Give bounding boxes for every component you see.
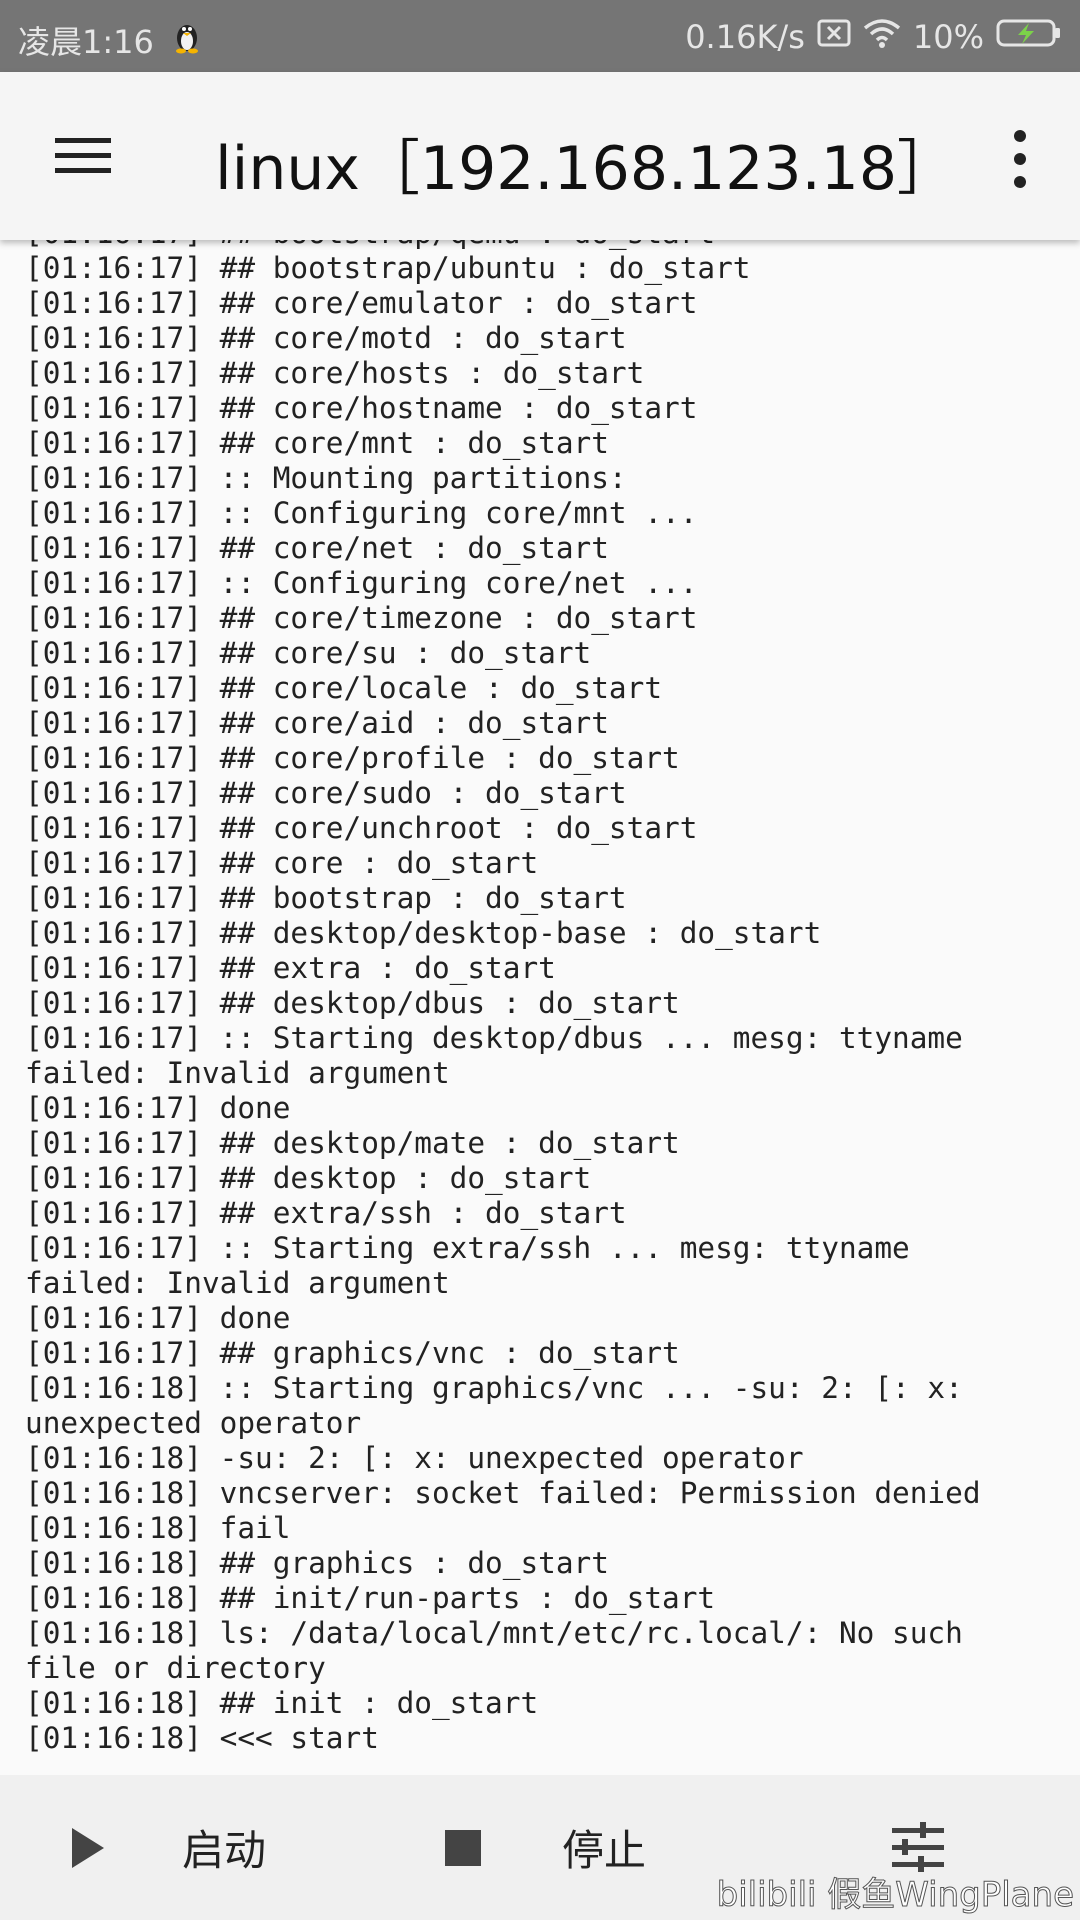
log-line: [01:16:18] ## init : do_start	[25, 1686, 539, 1720]
log-line: [01:16:18] ls: /data/local/mnt/etc/rc.lo…	[25, 1616, 963, 1650]
log-lines: [01:16:17] ## bootstrap/qemu : do_start[…	[25, 240, 1070, 1756]
tune-sliders-icon	[892, 1821, 944, 1872]
status-bar: 凌晨1:16 0.16K/s 10%	[0, 0, 1080, 72]
log-line: [01:16:17] ## core/aid : do_start	[25, 706, 609, 740]
log-line: unexpected operator	[25, 1406, 362, 1440]
log-line: [01:16:17] ## core/hosts : do_start	[25, 356, 645, 390]
log-line: [01:16:17] ## desktop/desktop-base : do_…	[25, 916, 822, 950]
more-vert-icon	[1014, 130, 1026, 188]
log-line: [01:16:17] done	[25, 1301, 291, 1335]
menu-button[interactable]	[50, 132, 120, 182]
log-line: [01:16:17] ## bootstrap/qemu : do_start	[25, 240, 1070, 251]
log-line: failed: Invalid argument	[25, 1056, 450, 1090]
log-line: [01:16:18] :: Starting graphics/vnc ... …	[25, 1371, 963, 1405]
log-line: [01:16:17] ## core/motd : do_start	[25, 321, 627, 355]
qq-penguin-icon	[172, 18, 202, 62]
log-line: [01:16:17] ## core/mnt : do_start	[25, 426, 609, 460]
log-line: [01:16:17] :: Configuring core/net ...	[25, 566, 698, 600]
log-line: [01:16:17] ## graphics/vnc : do_start	[25, 1336, 680, 1370]
log-line: [01:16:18] <<< start	[25, 1721, 379, 1755]
log-line: [01:16:17] ## desktop : do_start	[25, 1161, 592, 1195]
bottom-action-bar: 启动 停止 bilibili 假鱼WingPlane	[0, 1775, 1080, 1920]
log-line: [01:16:17] ## core/timezone : do_start	[25, 601, 698, 635]
more-options-button[interactable]	[1000, 124, 1040, 194]
wifi-icon	[863, 17, 901, 57]
log-line: [01:16:17] ## core/profile : do_start	[25, 741, 680, 775]
play-icon	[72, 1827, 104, 1868]
log-line: [01:16:17] done	[25, 1091, 291, 1125]
log-line: [01:16:17] :: Configuring core/mnt ...	[25, 496, 698, 530]
log-line: file or directory	[25, 1651, 326, 1685]
app-bar: linux［192.168.123.18］	[0, 72, 1080, 240]
log-line: [01:16:17] ## bootstrap : do_start	[25, 881, 627, 915]
stop-label: 停止	[562, 1826, 647, 1875]
log-line: [01:16:17] ## desktop/mate : do_start	[25, 1126, 680, 1160]
log-line: [01:16:17] :: Mounting partitions:	[25, 461, 627, 495]
no-sim-icon	[817, 18, 851, 56]
stop-icon	[445, 1829, 481, 1866]
log-line: [01:16:18] vncserver: socket failed: Per…	[25, 1476, 981, 1510]
log-line: failed: Invalid argument	[25, 1266, 450, 1300]
network-speed: 0.16K/s	[685, 18, 805, 56]
start-label: 启动	[182, 1826, 267, 1875]
status-time: 凌晨1:16	[18, 23, 154, 61]
log-line: [01:16:17] ## core/sudo : do_start	[25, 776, 627, 810]
log-line: [01:16:18] ## init/run-parts : do_start	[25, 1581, 716, 1615]
log-line: [01:16:17] ## bootstrap/ubuntu : do_star…	[25, 251, 751, 285]
log-line: [01:16:17] ## core/su : do_start	[25, 636, 592, 670]
log-line: [01:16:17] ## core/emulator : do_start	[25, 286, 698, 320]
terminal-log[interactable]: [01:16:17] ## bootstrap/qemu : do_start[…	[0, 240, 1080, 1775]
stop-button[interactable]: 停止	[444, 1775, 646, 1920]
log-line: [01:16:17] ## desktop/dbus : do_start	[25, 986, 680, 1020]
battery-percent: 10%	[912, 18, 984, 56]
log-line: [01:16:17] ## core : do_start	[25, 846, 539, 880]
log-line: [01:16:17] ## extra : do_start	[25, 951, 556, 985]
log-line: [01:16:17] :: Starting desktop/dbus ... …	[25, 1021, 963, 1055]
log-line: [01:16:17] ## core/net : do_start	[25, 531, 609, 565]
page-title: linux［192.168.123.18］	[215, 134, 958, 204]
log-line: [01:16:17] ## core/locale : do_start	[25, 671, 663, 705]
battery-charging-icon	[996, 17, 1062, 57]
log-line: [01:16:17] :: Starting extra/ssh ... mes…	[25, 1231, 910, 1265]
log-line: [01:16:17] ## core/unchroot : do_start	[25, 811, 698, 845]
hamburger-menu-icon	[55, 138, 111, 173]
log-line: [01:16:18] -su: 2: [: x: unexpected oper…	[25, 1441, 804, 1475]
start-button[interactable]: 启动	[68, 1775, 266, 1920]
log-line: [01:16:18] fail	[25, 1511, 291, 1545]
log-line: [01:16:18] ## graphics : do_start	[25, 1546, 609, 1580]
watermark: bilibili 假鱼WingPlane	[716, 1875, 1074, 1916]
log-line: [01:16:17] ## core/hostname : do_start	[25, 391, 698, 425]
log-line: [01:16:17] ## extra/ssh : do_start	[25, 1196, 627, 1230]
